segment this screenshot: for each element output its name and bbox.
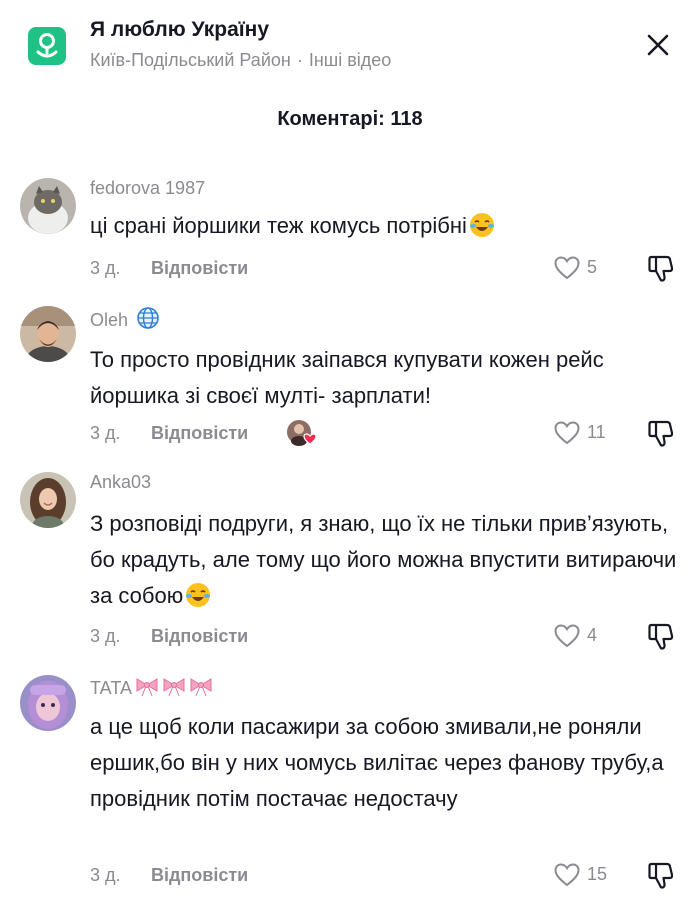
dislike-icon[interactable] [646, 419, 676, 449]
location-link[interactable]: Київ-Подільський Район [90, 50, 291, 70]
reply-button[interactable]: Відповісти [151, 626, 248, 647]
like-button[interactable]: 11 [553, 419, 613, 447]
like-count: 4 [587, 625, 598, 645]
location-pin-icon[interactable] [28, 27, 66, 65]
comments-count: Коментарі: 118 [277, 108, 423, 130]
comment-text: То просто провідник заіпався купувати ко… [90, 347, 604, 408]
heart-icon [554, 624, 580, 648]
comment-username[interactable]: TATA [90, 675, 214, 702]
comment-username-text: TATA [90, 678, 132, 698]
video-title[interactable]: Я люблю Україну [90, 18, 269, 42]
other-videos-link[interactable]: Інші відео [309, 50, 391, 70]
comment-username[interactable]: Oleh [90, 306, 160, 335]
comment-username[interactable]: Anka03 [90, 472, 151, 493]
avatar[interactable] [20, 306, 76, 362]
like-button[interactable]: 5 [553, 254, 613, 282]
comment-username-text: Oleh [90, 310, 129, 330]
comment-time: 3 д. [90, 258, 121, 278]
comment-text: З розповіді подруги, я знаю, що їх не ті… [90, 506, 690, 619]
heart-icon [554, 421, 580, 445]
comment-text: ці срані йоршики теж комусь потрібні [90, 208, 690, 249]
avatar[interactable] [20, 675, 76, 731]
avatar[interactable] [20, 178, 76, 234]
dislike-icon[interactable] [646, 861, 676, 891]
video-subtitle: Київ-Подільський Район · Інші відео [90, 50, 391, 71]
reply-button[interactable]: Відповісти [151, 423, 248, 444]
video-info-header: Я люблю Україну Київ-Подільський Район · І… [0, 0, 700, 90]
comment-time: 3 д. [90, 423, 121, 443]
avatar[interactable] [20, 472, 76, 528]
ribbon-bow-icon [134, 675, 214, 702]
comment-text: а це щоб коли пасажири за собою змивали,… [90, 714, 664, 811]
like-count: 11 [587, 422, 606, 442]
comment-text-body: ці срані йоршики теж комусь потрібні [90, 213, 467, 238]
dislike-icon[interactable] [646, 254, 676, 284]
heart-icon [554, 863, 580, 887]
reply-button[interactable]: Відповісти [151, 865, 248, 886]
heart-icon [554, 256, 580, 280]
comment-text-body: З розповіді подруги, я знаю, що їх не ті… [90, 511, 677, 608]
laughing-tears-emoji-icon [185, 582, 211, 619]
subtitle-separator: · [296, 50, 303, 70]
creator-liked-badge [286, 419, 318, 447]
comment-time: 3 д. [90, 626, 121, 646]
comment-time: 3 д. [90, 865, 121, 885]
like-button[interactable]: 15 [553, 861, 613, 889]
laughing-tears-emoji-icon [469, 212, 495, 249]
like-count: 5 [587, 257, 598, 277]
reply-button[interactable]: Відповісти [151, 258, 248, 279]
globe-icon [136, 306, 160, 335]
comment-username[interactable]: fedorova 1987 [90, 178, 205, 199]
like-button[interactable]: 4 [553, 622, 613, 650]
close-icon[interactable] [643, 30, 673, 60]
like-count: 15 [587, 864, 608, 884]
dislike-icon[interactable] [646, 622, 676, 652]
